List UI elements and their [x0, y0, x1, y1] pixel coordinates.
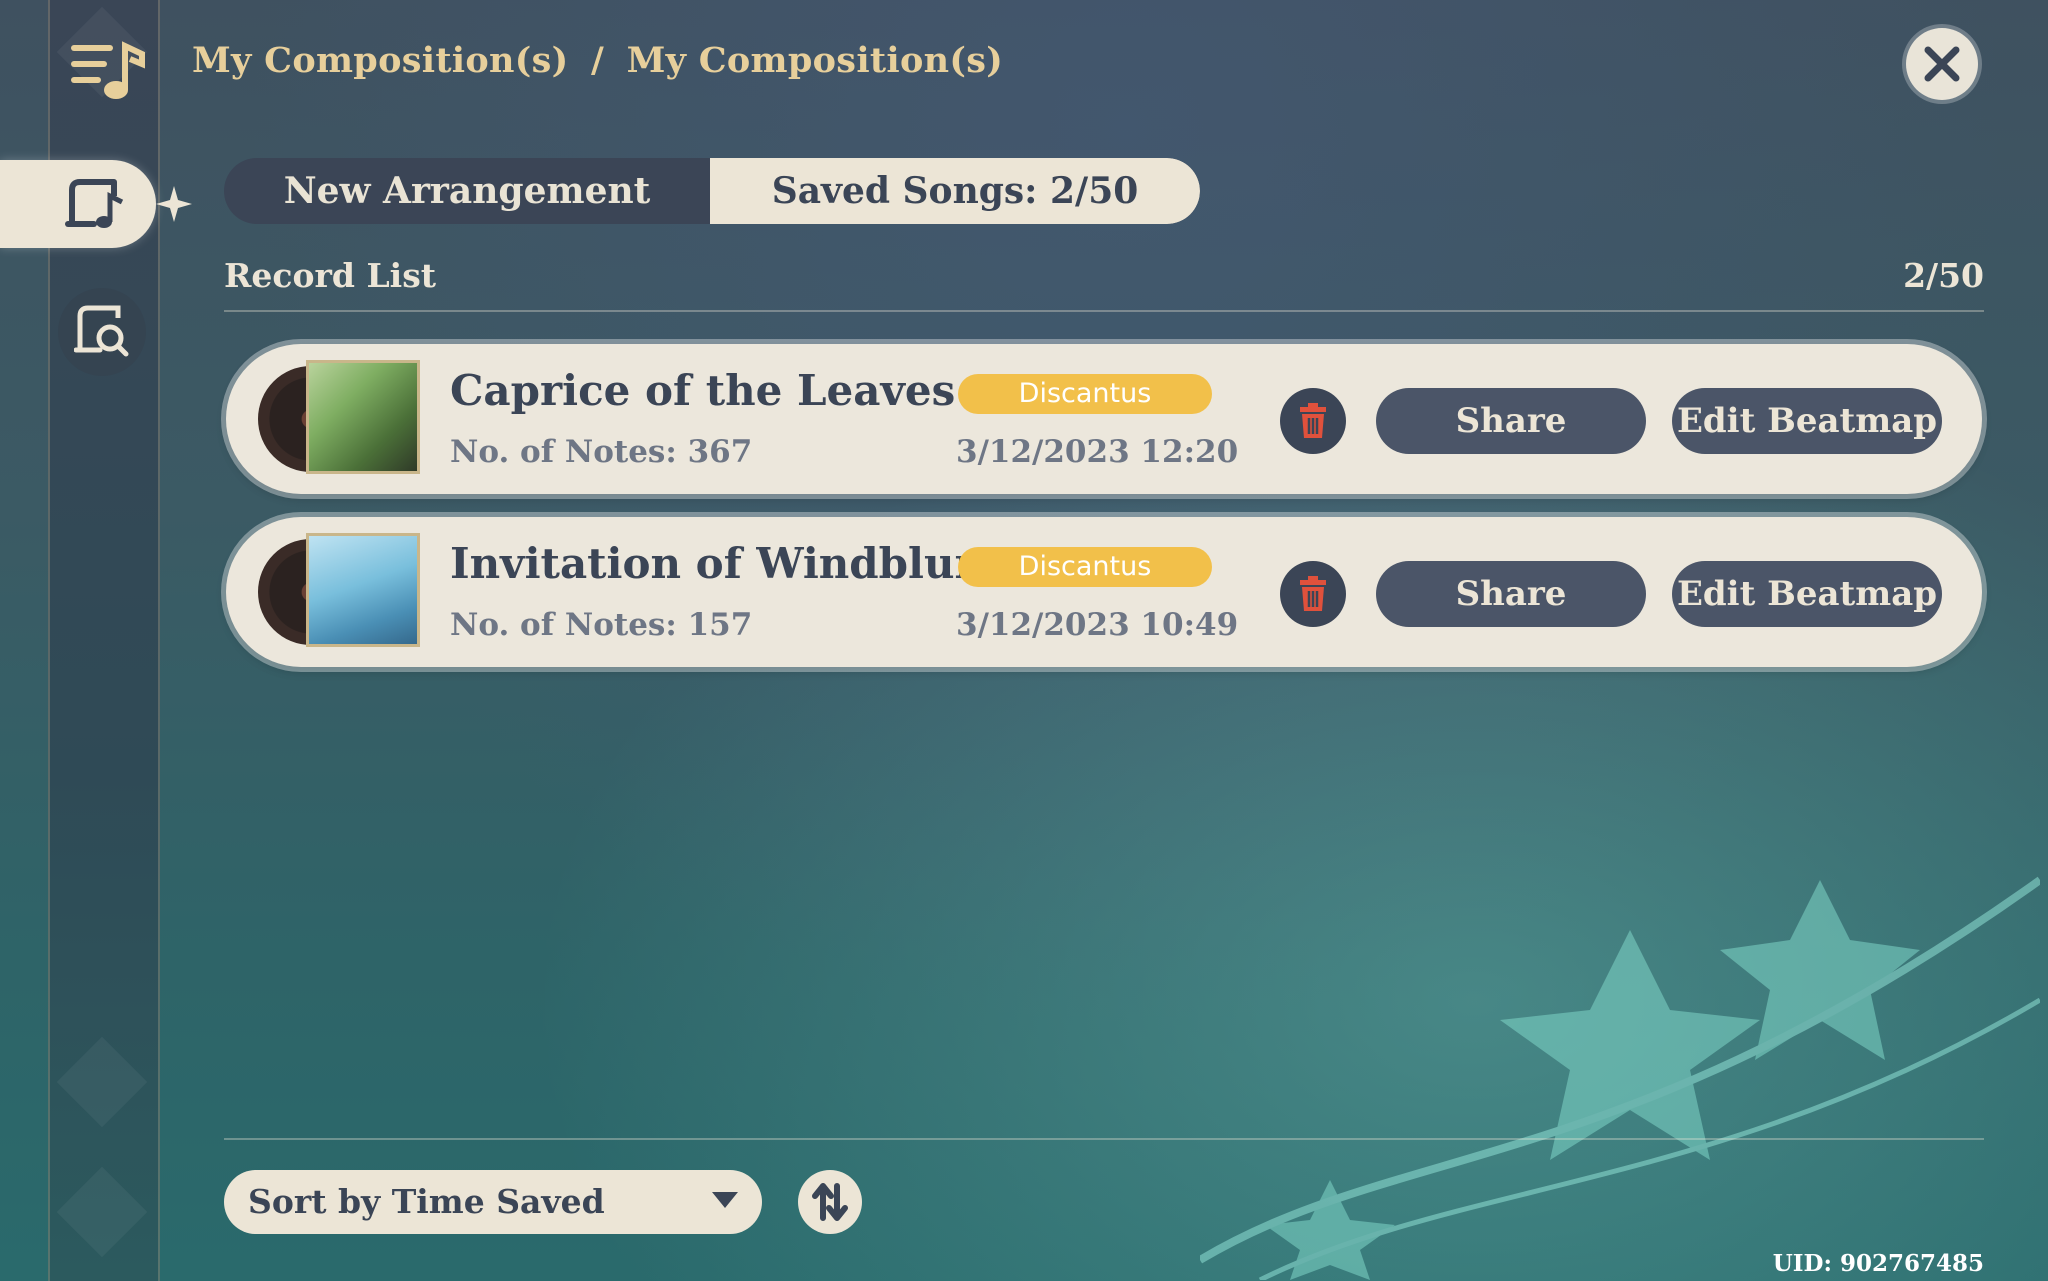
record-list-count: 2/50 [1903, 256, 1984, 295]
uid-label: UID: 902767485 [1772, 1250, 1984, 1277]
music-score-icon [65, 179, 124, 228]
instrument-badge: Discantus [958, 547, 1212, 587]
sort-label: Sort by Time Saved [248, 1182, 605, 1221]
tab-my-compositions[interactable] [0, 160, 156, 248]
edit-beatmap-button[interactable]: Edit Beatmap [1672, 561, 1942, 627]
tab-saved-songs[interactable]: Saved Songs: 2/50 [710, 158, 1200, 224]
mode-toggle: New Arrangement Saved Songs: 2/50 [224, 158, 1200, 224]
song-card[interactable]: Invitation of Windblume No. of Notes: 15… [226, 517, 1982, 667]
share-button[interactable]: Share [1376, 561, 1646, 627]
music-menu-icon [70, 36, 150, 106]
sparkle-icon [156, 186, 192, 222]
score-search-icon [74, 305, 129, 357]
song-note-count: No. of Notes: 157 [450, 607, 753, 643]
divider [224, 1138, 1984, 1140]
breadcrumb-part-2: My Composition(s) [626, 40, 1004, 81]
song-cover-image [306, 533, 420, 647]
sort-order-button[interactable] [798, 1170, 862, 1234]
edit-beatmap-button[interactable]: Edit Beatmap [1672, 388, 1942, 454]
decorative-flowers [1200, 876, 2040, 1280]
sort-order-icon [812, 1183, 848, 1221]
song-note-count: No. of Notes: 367 [450, 434, 753, 470]
trash-icon [1300, 403, 1326, 438]
share-button[interactable]: Share [1376, 388, 1646, 454]
divider [224, 310, 1984, 312]
instrument-badge: Discantus [958, 374, 1212, 414]
song-card[interactable]: Caprice of the Leaves No. of Notes: 367 … [226, 344, 1982, 494]
breadcrumb-part-1[interactable]: My Composition(s) [192, 40, 569, 81]
delete-button[interactable] [1280, 388, 1346, 454]
song-cover-image [306, 360, 420, 474]
song-title: Invitation of Windblume [450, 539, 1026, 588]
breadcrumb-separator: / [591, 40, 605, 81]
close-icon [1924, 46, 1960, 82]
caret-down-icon [712, 1192, 738, 1208]
song-title: Caprice of the Leaves [450, 366, 956, 415]
trash-icon [1300, 576, 1326, 611]
song-timestamp: 3/12/2023 10:49 [956, 607, 1239, 643]
tab-new-arrangement[interactable]: New Arrangement [224, 158, 710, 224]
record-list-label: Record List [224, 256, 437, 295]
delete-button[interactable] [1280, 561, 1346, 627]
breadcrumb: My Composition(s) / My Composition(s) [192, 40, 1003, 81]
tab-score-search[interactable] [58, 288, 146, 376]
close-button[interactable] [1906, 28, 1978, 100]
sort-dropdown[interactable]: Sort by Time Saved [224, 1170, 762, 1234]
song-timestamp: 3/12/2023 12:20 [956, 434, 1239, 470]
